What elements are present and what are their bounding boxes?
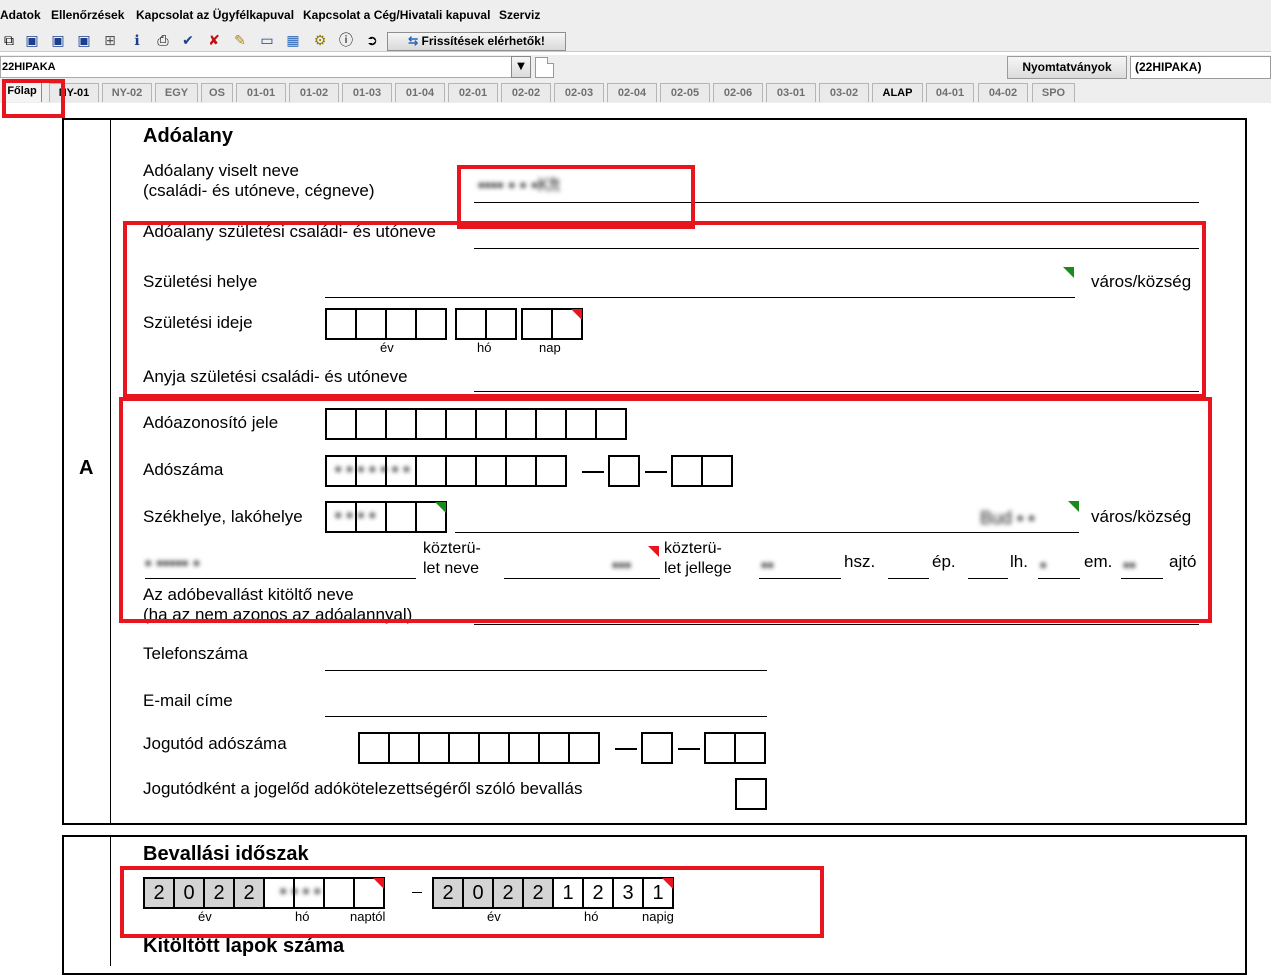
save-icon[interactable]: ▣ — [23, 32, 41, 50]
digit-cell[interactable] — [478, 732, 510, 764]
copy-icon[interactable]: ⧉ — [0, 32, 18, 50]
chevron-down-icon[interactable]: ▼ — [511, 56, 531, 78]
tab-egy[interactable]: EGY — [155, 83, 198, 102]
highlight-tax-address — [119, 397, 1212, 623]
delete-save-icon[interactable]: ▣ — [49, 32, 67, 50]
tab-spo[interactable]: SPO — [1032, 83, 1075, 102]
successor-tax-cells[interactable] — [358, 732, 600, 764]
page-tabs: Főlap NY-01 NY-02 EGY OS 01-01 01-02 01-… — [0, 81, 1271, 103]
close-x-icon[interactable]: ✘ — [205, 32, 223, 50]
digit-cell[interactable] — [538, 732, 570, 764]
tab-ny-02[interactable]: NY-02 — [102, 83, 152, 102]
phone-label: Telefonszáma — [143, 644, 248, 663]
refresh-icon: ⇆ — [408, 34, 419, 48]
check-icon[interactable]: ✔ — [179, 32, 197, 50]
updates-label: Frissítések elérhetők! — [421, 34, 545, 48]
templates-field[interactable]: (22HIPAKA) — [1130, 56, 1271, 79]
successor-county-cells[interactable] — [704, 732, 766, 764]
name-sublabel: (családi- és utóneve, cégneve) — [143, 181, 375, 200]
edit-icon[interactable]: ✎ — [231, 32, 249, 50]
info-icon[interactable]: ℹ — [128, 32, 146, 50]
menu-ceg-hivatali-kapu[interactable]: Kapcsolat a Cég/Hivatali kapuval — [303, 8, 490, 22]
section-b-divider — [110, 836, 111, 966]
menu-ugyfelkapu[interactable]: Kapcsolat az Ügyfélkapuval — [136, 8, 294, 22]
tab-01-01[interactable]: 01-01 — [236, 83, 286, 102]
templates-button[interactable]: Nyomtatványok — [1007, 56, 1127, 79]
form-selector-bar: 22HIPAKA ▼ Nyomtatványok (22HIPAKA) — [0, 55, 1271, 81]
successor-vat-cell[interactable] — [641, 732, 673, 764]
tab-03-01[interactable]: 03-01 — [766, 83, 816, 102]
digit-cell[interactable] — [388, 732, 420, 764]
tab-03-02[interactable]: 03-02 — [819, 83, 869, 102]
section-a-divider — [110, 119, 111, 824]
tab-alap[interactable]: ALAP — [872, 83, 923, 102]
menu-adatok[interactable]: Adatok — [0, 8, 41, 22]
tab-01-04[interactable]: 01-04 — [395, 83, 445, 102]
pages-title: Kitöltött lapok száma — [143, 935, 345, 957]
toolbar: ⧉ ▣ ▣ ▣ ⊞ ℹ ⎙ ✔ ✘ ✎ ▭ ▦ ⚙ ⓘ ➲ ⇆ Frissíté… — [0, 30, 1271, 52]
successor-decl-label: Jogutódként a jogelőd adókötelezettségér… — [143, 779, 583, 798]
menu-szerviz[interactable]: Szerviz — [499, 8, 540, 22]
digit-cell[interactable] — [734, 732, 766, 764]
digit-cell[interactable] — [704, 732, 736, 764]
tab-02-03[interactable]: 02-03 — [554, 83, 604, 102]
about-icon[interactable]: ⓘ — [337, 32, 355, 50]
updates-button[interactable]: ⇆ Frissítések elérhetők! — [387, 32, 566, 51]
highlight-folap-tab — [2, 79, 65, 118]
period-title: Bevallási időszak — [143, 843, 309, 865]
highlight-name-field — [457, 165, 695, 229]
menu-ellenorzesek[interactable]: Ellenőrzések — [51, 8, 124, 22]
separator-dash — [678, 748, 700, 750]
calculator-icon[interactable]: ▦ — [284, 32, 302, 50]
tab-04-02[interactable]: 04-02 — [978, 83, 1028, 102]
export-icon[interactable]: ➲ — [363, 32, 381, 50]
checkbox-cell[interactable] — [735, 778, 767, 810]
print-icon[interactable]: ⎙ — [154, 32, 172, 50]
digit-cell[interactable] — [418, 732, 450, 764]
save-as-icon[interactable]: ▣ — [75, 32, 93, 50]
digit-cell[interactable] — [448, 732, 480, 764]
section-a-title: Adóalany — [143, 125, 234, 147]
phone-field[interactable] — [325, 670, 767, 671]
tab-02-06[interactable]: 02-06 — [713, 83, 763, 102]
email-field[interactable] — [325, 716, 767, 717]
form-select[interactable]: 22HIPAKA — [0, 56, 512, 78]
tab-01-03[interactable]: 01-03 — [342, 83, 392, 102]
highlight-birth-data — [123, 221, 1206, 398]
digit-cell[interactable] — [641, 732, 673, 764]
successor-tax-label: Jogutód adószáma — [143, 734, 287, 753]
highlight-period — [120, 866, 824, 938]
tab-02-02[interactable]: 02-02 — [501, 83, 551, 102]
keyboard-icon[interactable]: ▭ — [258, 32, 276, 50]
tab-02-05[interactable]: 02-05 — [660, 83, 710, 102]
successor-decl-checkbox[interactable] — [735, 778, 767, 810]
tool-icon[interactable]: ⚙ — [311, 32, 329, 50]
digit-cell[interactable] — [508, 732, 540, 764]
tab-os[interactable]: OS — [201, 83, 233, 102]
filler-name-field[interactable] — [474, 624, 1199, 625]
email-label: E-mail címe — [143, 691, 233, 710]
tab-02-01[interactable]: 02-01 — [448, 83, 498, 102]
separator-dash — [615, 748, 637, 750]
tab-04-01[interactable]: 04-01 — [926, 83, 974, 102]
print-preview-icon[interactable]: ⊞ — [101, 32, 119, 50]
section-a-letter: A — [79, 457, 94, 479]
name-label: Adóalany viselt neve — [143, 161, 299, 180]
tab-01-02[interactable]: 01-02 — [289, 83, 339, 102]
digit-cell[interactable] — [568, 732, 600, 764]
menu-bar: Adatok Ellenőrzések Kapcsolat az Ügyfélk… — [0, 0, 1271, 30]
document-icon[interactable] — [535, 57, 554, 78]
digit-cell[interactable] — [358, 732, 390, 764]
tab-02-04[interactable]: 02-04 — [607, 83, 657, 102]
